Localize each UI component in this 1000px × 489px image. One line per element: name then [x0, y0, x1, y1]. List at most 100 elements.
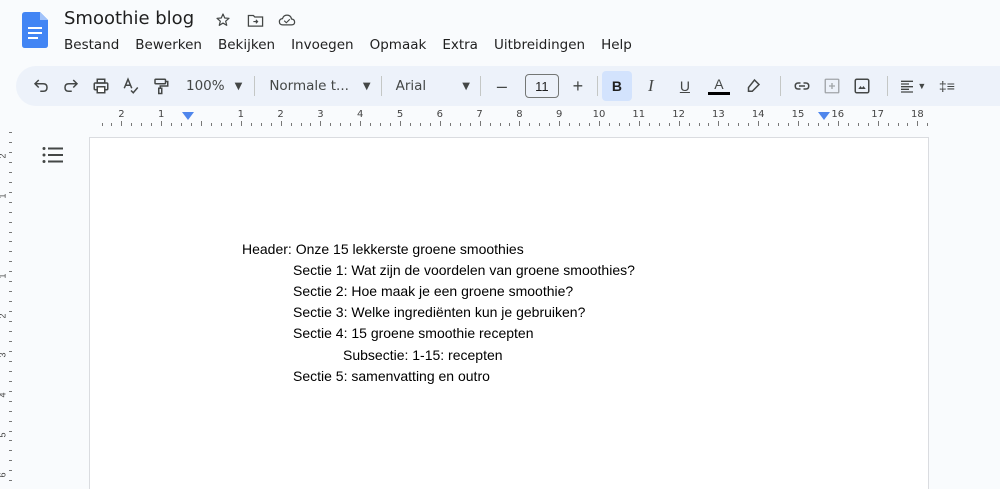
ruler-tick	[489, 123, 491, 126]
ruler-tick	[768, 123, 770, 126]
ruler-tick	[638, 121, 640, 126]
add-comment-button[interactable]	[819, 71, 845, 101]
ruler-tick	[121, 121, 123, 126]
zoom-select[interactable]: 100% ▼	[186, 78, 242, 94]
ruler-tick	[340, 123, 342, 126]
menu-extra[interactable]: Extra	[434, 35, 486, 55]
ruler-tick	[9, 132, 12, 133]
doc-line-subsection[interactable]: Subsectie: 1-15: recepten	[343, 347, 503, 363]
ruler-tick	[330, 123, 332, 126]
ruler-tick	[9, 420, 12, 422]
underline-button[interactable]: U	[670, 71, 700, 101]
font-select[interactable]: Arial ▼	[396, 78, 470, 94]
highlight-button[interactable]	[738, 71, 768, 101]
ruler-tick	[9, 321, 12, 323]
left-indent-marker[interactable]	[182, 112, 194, 120]
document-page[interactable]: Header: Onze 15 lekkerste groene smoothi…	[89, 137, 929, 489]
ruler-tick	[827, 123, 829, 126]
insert-link-button[interactable]	[789, 71, 815, 101]
ruler-tick	[191, 123, 193, 126]
text-color-button[interactable]: A	[704, 71, 734, 101]
menu-bestand[interactable]: Bestand	[56, 35, 127, 55]
menu-bekijken[interactable]: Bekijken	[210, 35, 283, 55]
ruler-tick	[9, 370, 12, 372]
menu-opmaak[interactable]: Opmaak	[362, 35, 435, 55]
ruler-tick	[9, 430, 12, 432]
doc-line-section-5[interactable]: Sectie 5: samenvatting en outro	[293, 368, 490, 384]
line-spacing-button[interactable]: ‡≡	[934, 71, 960, 101]
doc-line-header[interactable]: Header: Onze 15 lekkerste groene smoothi…	[242, 241, 524, 257]
ruler-tick	[698, 123, 700, 126]
doc-line-section-3[interactable]: Sectie 3: Welke ingrediënten kun je gebr…	[293, 304, 585, 320]
italic-button[interactable]: I	[636, 71, 666, 101]
ruler-tick	[668, 123, 670, 126]
highlighter-icon	[747, 78, 760, 92]
ruler-tick	[9, 281, 12, 283]
ruler-tick	[310, 123, 312, 126]
text-color-label: A	[714, 76, 724, 92]
ruler-tick	[9, 261, 12, 263]
menu-invoegen[interactable]: Invoegen	[283, 35, 362, 55]
ruler-tick	[479, 121, 481, 126]
ruler-number: 15	[791, 109, 805, 120]
undo-button[interactable]	[28, 71, 54, 101]
ruler-tick	[9, 211, 12, 213]
redo-button[interactable]	[58, 71, 84, 101]
ruler-tick	[151, 123, 153, 126]
bold-button[interactable]: B	[601, 71, 632, 101]
ruler-tick	[9, 340, 12, 342]
toolbar-divider	[380, 76, 382, 96]
ruler-tick	[738, 123, 740, 126]
star-icon[interactable]	[212, 10, 234, 30]
ruler-tick	[748, 123, 750, 126]
ruler-tick	[171, 123, 173, 126]
ruler-tick	[917, 121, 919, 126]
ruler-tick	[658, 123, 660, 126]
ruler-tick	[758, 121, 760, 126]
align-button[interactable]: ▼	[896, 71, 930, 101]
print-button[interactable]	[88, 71, 114, 101]
ruler-number: 3	[0, 353, 8, 358]
horizontal-ruler[interactable]: 2 1 1 2 3 4 5 6 7 8 9 10 11 12 13 14 15 16 17 18	[88, 108, 930, 130]
menu-bewerken[interactable]: Bewerken	[127, 35, 210, 55]
ruler-tick	[788, 123, 790, 126]
document-title[interactable]: Smoothie blog	[64, 8, 194, 29]
ruler-tick	[419, 123, 421, 126]
right-indent-marker[interactable]	[818, 112, 830, 120]
ruler-number: 4	[357, 109, 364, 120]
doc-line-section-1[interactable]: Sectie 1: Wat zijn de voordelen van groe…	[293, 262, 635, 278]
vertical-ruler[interactable]: 2 1 1 2 3 4 5 6	[0, 132, 14, 489]
doc-line-section-4[interactable]: Sectie 4: 15 groene smoothie recepten	[293, 325, 534, 341]
ruler-tick	[9, 161, 12, 163]
ruler-tick	[409, 123, 411, 126]
ruler-number: 18	[911, 109, 924, 120]
text-color-swatch	[707, 92, 730, 95]
move-to-folder-icon[interactable]	[244, 10, 266, 30]
ruler-tick	[867, 123, 869, 126]
menu-uitbreidingen[interactable]: Uitbreidingen	[486, 35, 593, 55]
menu-help[interactable]: Help	[593, 35, 640, 55]
ruler-number: 2	[118, 109, 125, 120]
cloud-saved-icon[interactable]	[276, 10, 298, 30]
document-outline-icon[interactable]	[42, 146, 64, 164]
decrease-font-size-button[interactable]: –	[489, 71, 515, 101]
ruler-tick	[9, 251, 12, 253]
ruler-tick	[260, 123, 262, 126]
ruler-tick	[380, 123, 382, 126]
ruler-tick	[370, 123, 372, 126]
paragraph-style-select[interactable]: Normale t... ▼	[269, 78, 370, 94]
insert-image-button[interactable]	[849, 71, 875, 101]
ruler-tick	[9, 440, 12, 442]
ruler-number: 14	[751, 109, 765, 120]
paint-format-button[interactable]	[148, 71, 174, 101]
spellcheck-button[interactable]	[118, 71, 144, 101]
paragraph-style-value: Normale t...	[269, 78, 349, 94]
increase-font-size-button[interactable]: +	[565, 71, 591, 101]
ruler-tick	[469, 123, 471, 126]
docs-logo-icon[interactable]	[22, 12, 48, 48]
font-size-input[interactable]: 11	[524, 74, 559, 98]
ruler-tick	[9, 331, 12, 332]
ruler-tick	[9, 141, 12, 143]
doc-line-section-2[interactable]: Sectie 2: Hoe maak je een groene smoothi…	[293, 283, 573, 299]
ruler-tick	[857, 123, 859, 126]
